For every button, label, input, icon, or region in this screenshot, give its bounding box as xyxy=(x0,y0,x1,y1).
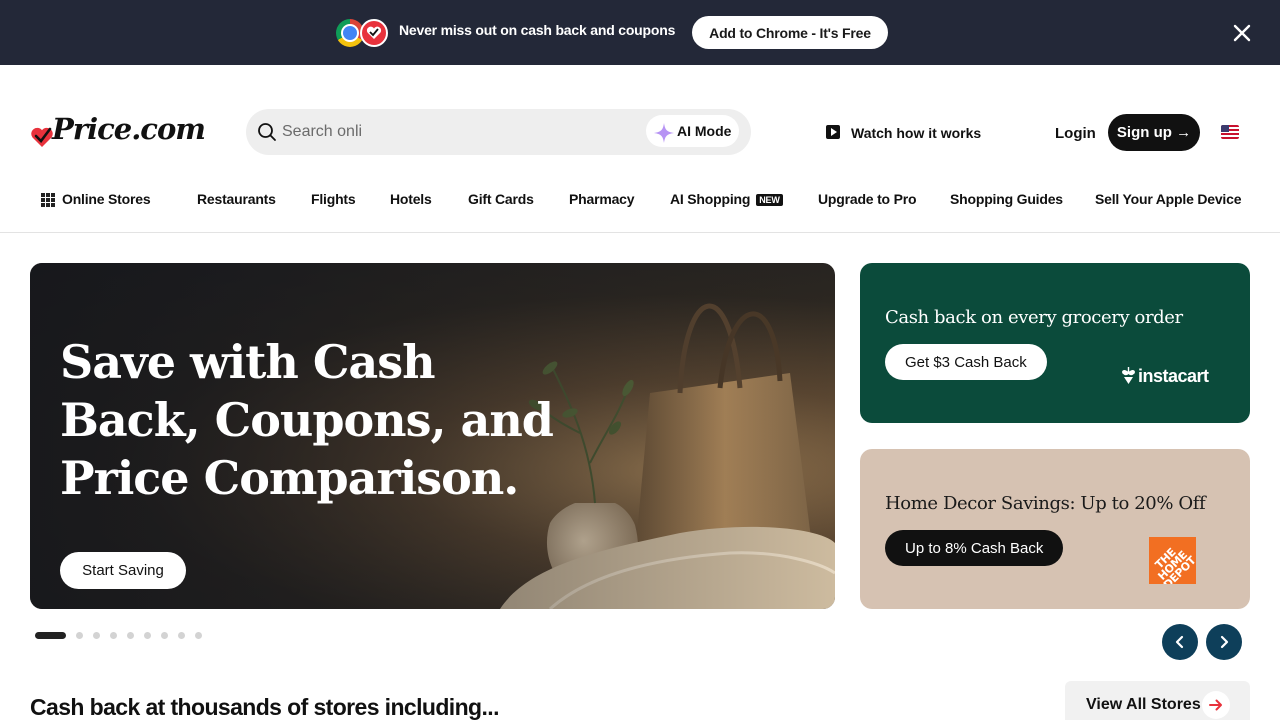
promo-message: Never miss out on cash back and coupons xyxy=(399,22,676,38)
search-icon xyxy=(257,122,277,147)
ai-mode-button[interactable]: AI Mode xyxy=(646,115,739,147)
carousel-dot-2[interactable] xyxy=(76,632,83,639)
carousel-dot-9[interactable] xyxy=(195,632,202,639)
up-to-cash-back-button[interactable]: Up to 8% Cash Back xyxy=(885,530,1064,566)
carrot-icon xyxy=(1122,367,1135,384)
close-icon[interactable] xyxy=(1230,21,1254,45)
login-link[interactable]: Login xyxy=(1055,125,1096,142)
watch-label: Watch how it works xyxy=(851,125,982,141)
search-bar: AI Mode xyxy=(246,109,751,155)
carousel-next-button[interactable] xyxy=(1206,624,1242,660)
nav-item-restaurants[interactable]: Restaurants xyxy=(197,191,276,207)
hero-banner[interactable]: Save with Cash Back, Coupons, and Price … xyxy=(30,263,835,609)
nav-item-shopping-guides[interactable]: Shopping Guides xyxy=(950,191,1063,207)
category-nav: Online Stores Restaurants Flights Hotels… xyxy=(0,180,1280,218)
price-app-icon xyxy=(360,19,388,47)
play-icon xyxy=(826,125,840,139)
get-cash-back-button[interactable]: Get $3 Cash Back xyxy=(885,344,1047,380)
sparkle-icon xyxy=(654,123,674,143)
home-depot-wordmark: THE HOME DEPOT xyxy=(1152,545,1196,584)
search-input[interactable] xyxy=(282,117,632,147)
nav-item-online-stores[interactable]: Online Stores xyxy=(62,191,151,207)
arrow-right-icon xyxy=(1202,691,1230,719)
nav-item-ai-shopping-label: AI Shopping xyxy=(670,191,751,207)
header-divider xyxy=(0,232,1280,233)
sign-up-button[interactable]: Sign up → xyxy=(1108,114,1200,151)
carousel-dot-1[interactable] xyxy=(35,632,66,639)
start-saving-button[interactable]: Start Saving xyxy=(60,552,186,589)
stores-heading: Cash back at thousands of stores includi… xyxy=(30,694,499,720)
instacart-promo-card[interactable]: Cash back on every grocery order Get $3 … xyxy=(860,263,1250,423)
ai-mode-label: AI Mode xyxy=(677,123,732,139)
carousel-dot-4[interactable] xyxy=(110,632,117,639)
home-depot-logo: THE HOME DEPOT xyxy=(1149,537,1196,584)
promo-banner: Never miss out on cash back and coupons … xyxy=(0,0,1280,65)
home-depot-promo-card[interactable]: Home Decor Savings: Up to 20% Off Up to … xyxy=(860,449,1250,609)
nav-item-hotels[interactable]: Hotels xyxy=(390,191,432,207)
carousel-prev-button[interactable] xyxy=(1162,624,1198,660)
view-all-stores-button[interactable]: View All Stores xyxy=(1065,681,1250,720)
nav-item-upgrade-to-pro[interactable]: Upgrade to Pro xyxy=(818,191,917,207)
chevron-left-icon xyxy=(1175,635,1184,649)
heart-logo-icon xyxy=(30,126,54,153)
home-depot-promo-title: Home Decor Savings: Up to 20% Off xyxy=(885,493,1206,514)
brand-wordmark: Price.com xyxy=(52,112,206,146)
instacart-promo-title: Cash back on every grocery order xyxy=(885,307,1183,328)
hero-title: Save with Cash Back, Coupons, and Price … xyxy=(60,335,554,505)
promo-logos xyxy=(336,19,390,47)
carousel-dot-3[interactable] xyxy=(93,632,100,639)
nav-item-sell-apple-device[interactable]: Sell Your Apple Device xyxy=(1095,191,1241,207)
chevron-right-icon xyxy=(1220,635,1229,649)
carousel-dot-5[interactable] xyxy=(127,632,134,639)
nav-item-pharmacy[interactable]: Pharmacy xyxy=(569,191,635,207)
add-to-chrome-button[interactable]: Add to Chrome - It's Free xyxy=(692,16,888,49)
carousel-dot-7[interactable] xyxy=(161,632,168,639)
nav-item-gift-cards[interactable]: Gift Cards xyxy=(468,191,534,207)
carousel-dot-6[interactable] xyxy=(144,632,151,639)
new-badge: NEW xyxy=(756,194,783,206)
nav-item-ai-shopping[interactable]: AI Shopping NEW xyxy=(670,191,783,207)
carousel-dot-8[interactable] xyxy=(178,632,185,639)
instacart-wordmark: instacart xyxy=(1138,366,1209,386)
brand-logo[interactable]: Price.com xyxy=(30,112,206,154)
view-all-stores-label: View All Stores xyxy=(1086,696,1201,713)
nav-item-flights[interactable]: Flights xyxy=(311,191,356,207)
us-flag-icon[interactable] xyxy=(1221,125,1239,139)
